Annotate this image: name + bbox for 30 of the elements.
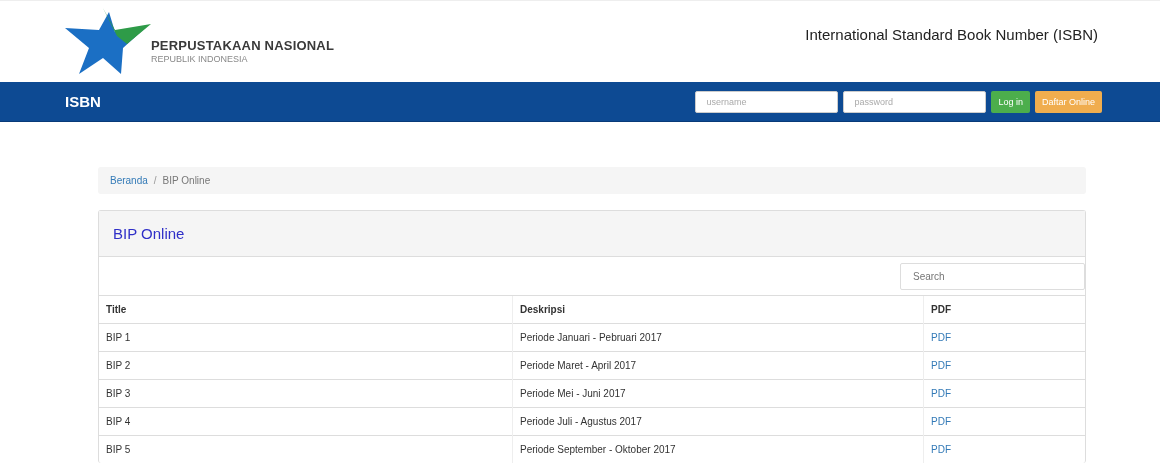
column-header: Deskripsi bbox=[512, 295, 924, 324]
table-cell: Periode Juli - Agustus 2017 bbox=[512, 407, 924, 436]
login-button[interactable]: Log in bbox=[991, 90, 1030, 113]
table-cell: Periode Maret - April 2017 bbox=[512, 351, 924, 380]
pdf-link[interactable]: PDF bbox=[931, 360, 951, 371]
search-field[interactable]: Search bbox=[900, 263, 1085, 290]
table-cell: Periode Mei - Juni 2017 bbox=[512, 379, 924, 408]
table-cell: BIP 1 bbox=[99, 323, 513, 352]
pdf-link[interactable]: PDF bbox=[931, 416, 951, 427]
org-name: PERPUSTAKAAN NASIONAL bbox=[151, 37, 335, 53]
pdf-link[interactable]: PDF bbox=[931, 388, 951, 399]
table-cell: BIP 2 bbox=[99, 351, 513, 380]
breadcrumb-link[interactable]: Beranda bbox=[110, 175, 148, 186]
username-field[interactable]: username bbox=[695, 90, 839, 113]
password-field[interactable]: password bbox=[843, 90, 987, 113]
breadcrumb-current: BIP Online bbox=[162, 175, 211, 186]
site-title: International Standard Book Number (ISBN) bbox=[805, 26, 1098, 45]
table-cell: Periode Januari - Pebruari 2017 bbox=[512, 323, 924, 352]
table-cell: BIP 4 bbox=[99, 407, 513, 436]
pdf-link[interactable]: PDF bbox=[931, 332, 951, 343]
table-cell: BIP 3 bbox=[99, 379, 513, 408]
org-subtitle: REPUBLIK INDONESIA bbox=[151, 53, 249, 64]
table-cell: Periode September - Oktober 2017 bbox=[512, 435, 924, 463]
table-cell: BIP 5 bbox=[99, 435, 513, 463]
panel-title: BIP Online bbox=[99, 211, 1085, 257]
brand-label: ISBN bbox=[65, 93, 101, 110]
column-header: PDF bbox=[923, 295, 1085, 324]
column-header: Title bbox=[99, 295, 513, 324]
pdf-link[interactable]: PDF bbox=[931, 444, 951, 455]
breadcrumb-separator: / bbox=[153, 175, 157, 186]
